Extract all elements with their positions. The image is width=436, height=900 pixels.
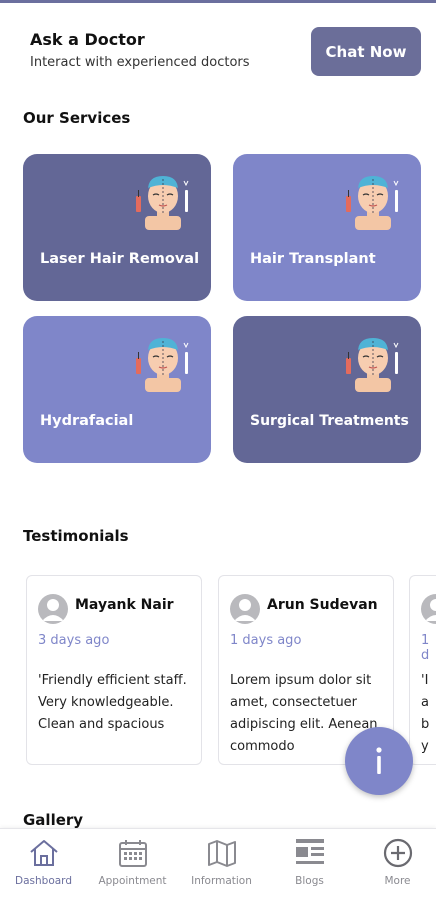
- services-title: Our Services: [23, 109, 131, 127]
- testimonial-time: 3 days ago: [38, 633, 110, 648]
- gallery-title: Gallery: [23, 811, 84, 829]
- nav-label: Blogs: [295, 875, 324, 887]
- nav-item-dashboard[interactable]: Dashboard: [0, 829, 87, 900]
- info-icon: [376, 747, 382, 774]
- service-card-surgical-treatments[interactable]: Surgical Treatments: [233, 316, 421, 463]
- chat-now-button[interactable]: Chat Now: [311, 27, 421, 76]
- service-card-hair-transplant[interactable]: Hair Transplant: [233, 154, 421, 301]
- testimonial-card[interactable]: 1 d 'I ab yo bu: [409, 575, 436, 765]
- nav-label: Information: [191, 875, 252, 887]
- calendar-icon: [118, 840, 147, 867]
- nav-label: Appointment: [98, 875, 167, 887]
- ask-doctor-subtitle: Interact with experienced doctors: [30, 55, 250, 70]
- nav-item-blogs[interactable]: Blogs: [266, 829, 353, 900]
- nav-label: Dashboard: [15, 875, 72, 887]
- user-icon: [425, 599, 436, 621]
- nav-item-appointment[interactable]: Appointment: [89, 829, 176, 900]
- face-treatment-icon: [346, 176, 399, 230]
- info-fab-button[interactable]: [345, 727, 413, 795]
- testimonial-name: Mayank Nair: [75, 597, 174, 613]
- user-icon: [42, 599, 64, 621]
- top-border: [0, 0, 436, 3]
- face-treatment-icon: [136, 176, 189, 230]
- testimonial-time: 1 days ago: [230, 633, 302, 648]
- testimonials-title: Testimonials: [23, 527, 129, 545]
- service-label: Hydrafacial: [40, 413, 134, 429]
- avatar: [38, 594, 68, 624]
- service-label: Surgical Treatments: [250, 413, 409, 429]
- user-icon: [234, 599, 256, 621]
- map-icon: [207, 840, 236, 867]
- nav-item-more[interactable]: More: [354, 829, 436, 900]
- service-label: Hair Transplant: [250, 251, 376, 267]
- service-card-hydrafacial[interactable]: Hydrafacial: [23, 316, 211, 463]
- service-label: Laser Hair Removal: [40, 251, 200, 267]
- nav-item-information[interactable]: Information: [178, 829, 265, 900]
- plus-circle-icon: [383, 838, 412, 868]
- testimonial-card[interactable]: Mayank Nair 3 days ago 'Friendly efficie…: [26, 575, 202, 765]
- service-card-laser-hair-removal[interactable]: Laser Hair Removal: [23, 154, 211, 301]
- testimonial-text: 'I ab yo bu: [421, 673, 430, 754]
- news-icon: [295, 839, 324, 864]
- testimonial-text: 'Friendly efficient staff. Very knowledg…: [38, 673, 187, 732]
- face-treatment-icon: [136, 338, 189, 392]
- avatar: [230, 594, 260, 624]
- bottom-nav: Dashboard Appointment Information Blogs …: [0, 828, 436, 900]
- ask-doctor-title: Ask a Doctor: [30, 30, 145, 49]
- testimonial-time: 1 d: [421, 633, 430, 663]
- avatar: [421, 594, 436, 624]
- home-icon: [29, 840, 58, 866]
- ask-doctor-section: Ask a Doctor Interact with experienced d…: [30, 30, 250, 70]
- face-treatment-icon: [346, 338, 399, 392]
- nav-label: More: [384, 875, 411, 887]
- testimonial-name: Arun Sudevan: [267, 597, 378, 613]
